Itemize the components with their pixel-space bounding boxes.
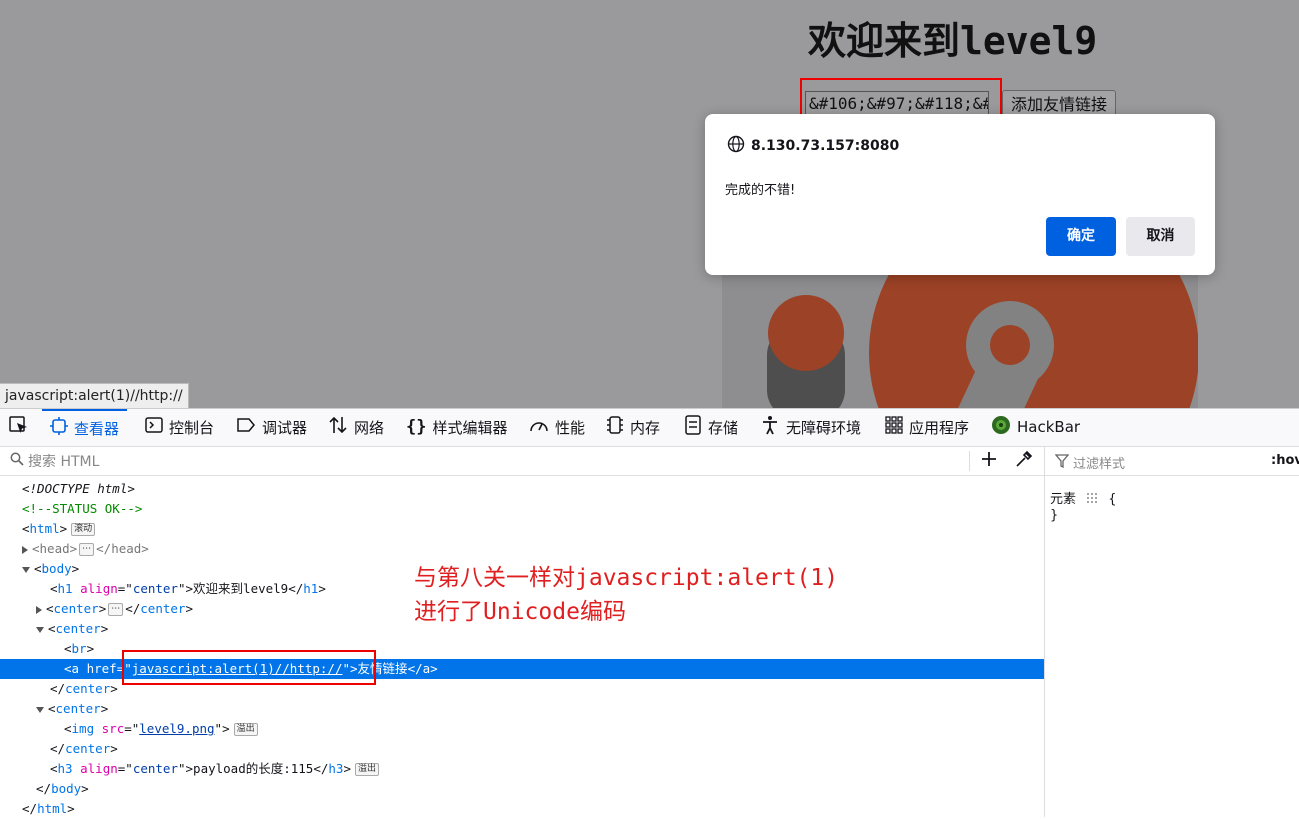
collapse-arrow-icon[interactable] bbox=[22, 566, 30, 573]
tab-storage[interactable]: 存储 bbox=[684, 409, 738, 445]
dialog-origin: 8.130.73.157:8080 bbox=[727, 135, 899, 157]
overflow-badge[interactable]: 溢出 bbox=[233, 723, 258, 736]
annotation-line-2: 进行了Unicode编码 bbox=[414, 599, 626, 625]
link-status-bar: javascript:alert(1)//http:// bbox=[0, 383, 189, 408]
rules-sidebar: 过滤样式 :hov 元素 { } bbox=[1044, 447, 1299, 817]
ellipsis-badge[interactable]: ⋯ bbox=[108, 603, 124, 616]
tree-line-br[interactable]: <br> bbox=[64, 639, 94, 659]
grip-icon bbox=[1086, 492, 1098, 508]
tree-line-h1[interactable]: <h1 align="center">欢迎来到level9</h1> bbox=[50, 579, 326, 599]
debugger-icon bbox=[236, 417, 256, 437]
gauge-icon bbox=[529, 416, 549, 438]
tab-debugger[interactable]: 调试器 bbox=[236, 409, 307, 445]
globe-icon bbox=[727, 135, 745, 157]
tab-style-editor-label: 样式编辑器 bbox=[432, 418, 508, 437]
tab-application[interactable]: 应用程序 bbox=[885, 409, 969, 445]
tab-debugger-label: 调试器 bbox=[262, 418, 308, 437]
tree-line-html[interactable]: <html> 滚动 bbox=[22, 519, 96, 539]
inspector-icon bbox=[50, 417, 68, 439]
storage-icon bbox=[684, 415, 702, 439]
tree-line-html-close[interactable]: </html> bbox=[22, 799, 75, 819]
page-heading: 欢迎来到level9 bbox=[808, 19, 1098, 63]
network-icon bbox=[328, 415, 348, 439]
eyedropper-icon bbox=[1015, 450, 1033, 472]
grid-icon bbox=[885, 416, 903, 438]
rule-selector: 元素 bbox=[1050, 492, 1077, 507]
tab-console[interactable]: 控制台 bbox=[145, 409, 214, 445]
dialog-origin-text: 8.130.73.157:8080 bbox=[751, 138, 900, 154]
overflow-badge[interactable]: 溢出 bbox=[355, 763, 380, 776]
cancel-button[interactable]: 取消 bbox=[1126, 217, 1195, 256]
tab-accessibility[interactable]: 无障碍环境 bbox=[760, 409, 861, 445]
tab-memory[interactable]: 内存 bbox=[606, 409, 660, 445]
ok-button[interactable]: 确定 bbox=[1046, 217, 1116, 256]
tab-inspector[interactable]: 查看器 bbox=[42, 409, 128, 445]
tree-line-doctype[interactable]: <!DOCTYPE html> bbox=[22, 479, 135, 499]
html-search-input[interactable]: 搜索 HTML bbox=[10, 451, 99, 471]
h3-text: payload的长度:115 bbox=[193, 761, 314, 776]
devtools-toolbar: 查看器 控制台 调试器 网络 {} 样式编辑器 性能 内存 存储 无障碍环境 应… bbox=[0, 409, 1299, 447]
expand-arrow-icon[interactable] bbox=[22, 545, 28, 554]
tab-network-label: 网络 bbox=[354, 418, 385, 437]
hackbar-icon bbox=[991, 415, 1011, 439]
tab-console-label: 控制台 bbox=[169, 418, 215, 437]
braces-icon: {} bbox=[406, 417, 427, 437]
level-image bbox=[722, 275, 1198, 408]
tree-line-center-3-close[interactable]: </center> bbox=[50, 739, 118, 759]
console-icon bbox=[145, 416, 163, 438]
tree-line-center-2-close[interactable]: </center> bbox=[50, 679, 118, 699]
tree-line-head[interactable]: <head> ⋯ </head> bbox=[22, 539, 149, 559]
tab-accessibility-label: 无障碍环境 bbox=[786, 418, 862, 437]
plus-icon bbox=[980, 452, 998, 472]
annotation-line-1: 与第八关一样对javascript:alert(1) bbox=[414, 565, 839, 591]
filter-styles-input[interactable]: 过滤样式 bbox=[1073, 453, 1125, 472]
search-icon bbox=[10, 452, 24, 470]
annotation-text: 与第八关一样对javascript:alert(1) 进行了Unicode编码 bbox=[414, 561, 838, 629]
tree-line-center-1[interactable]: <center> ⋯ </center> bbox=[36, 599, 193, 619]
h1-text: 欢迎来到level9 bbox=[193, 581, 289, 596]
tree-line-center-3[interactable]: <center> bbox=[36, 699, 108, 719]
tree-line-img[interactable]: <img src="level9.png"> 溢出 bbox=[64, 719, 258, 739]
tree-line-body[interactable]: <body> bbox=[22, 559, 79, 579]
tree-line-comment[interactable]: <!--STATUS OK--> bbox=[22, 499, 142, 519]
tab-storage-label: 存储 bbox=[708, 418, 739, 437]
tab-style-editor[interactable]: {} 样式编辑器 bbox=[406, 409, 508, 445]
tab-performance[interactable]: 性能 bbox=[529, 409, 585, 445]
collapse-arrow-icon[interactable] bbox=[36, 626, 44, 633]
element-rule: 元素 { bbox=[1050, 488, 1117, 508]
img-src-value[interactable]: level9.png bbox=[139, 721, 214, 736]
tree-line-center-2[interactable]: <center> bbox=[36, 619, 108, 639]
tab-network[interactable]: 网络 bbox=[328, 409, 384, 445]
href-highlight-box bbox=[122, 650, 376, 685]
search-placeholder: 搜索 HTML bbox=[28, 454, 100, 470]
picker-icon bbox=[8, 414, 30, 440]
dialog-message: 完成的不错! bbox=[725, 183, 796, 198]
accessibility-icon bbox=[760, 415, 780, 439]
tab-hackbar-label: HackBar bbox=[1017, 418, 1081, 436]
filter-styles-row: 过滤样式 :hov bbox=[1045, 447, 1299, 476]
tree-line-body-close[interactable]: </body> bbox=[36, 779, 89, 799]
expand-arrow-icon[interactable] bbox=[36, 605, 42, 614]
search-divider bbox=[969, 451, 970, 471]
tab-hackbar[interactable]: HackBar bbox=[991, 409, 1080, 445]
tab-inspector-label: 查看器 bbox=[74, 419, 120, 438]
tree-line-h3[interactable]: <h3 align="center">payload的长度:115</h3> 溢出 bbox=[50, 759, 380, 779]
devtools-panel: 查看器 控制台 调试器 网络 {} 样式编辑器 性能 内存 存储 无障碍环境 应… bbox=[0, 408, 1299, 817]
tab-application-label: 应用程序 bbox=[909, 418, 970, 437]
hov-toggle[interactable]: :hov bbox=[1271, 453, 1299, 468]
rule-brace-close: } bbox=[1050, 508, 1059, 523]
collapse-arrow-icon[interactable] bbox=[36, 706, 44, 713]
element-picker-button[interactable] bbox=[8, 409, 30, 445]
tab-performance-label: 性能 bbox=[555, 418, 586, 437]
rule-brace-open: { bbox=[1108, 492, 1117, 507]
filter-icon bbox=[1054, 453, 1070, 472]
scroll-badge[interactable]: 滚动 bbox=[71, 523, 96, 536]
eyedropper-button[interactable] bbox=[1015, 450, 1033, 472]
alert-dialog: 8.130.73.157:8080 完成的不错! 确定 取消 bbox=[705, 114, 1215, 275]
add-node-button[interactable] bbox=[980, 450, 998, 472]
memory-icon bbox=[606, 415, 624, 439]
html-search-row: 搜索 HTML bbox=[0, 447, 1044, 476]
tab-memory-label: 内存 bbox=[630, 418, 661, 437]
ellipsis-badge[interactable]: ⋯ bbox=[79, 543, 95, 556]
